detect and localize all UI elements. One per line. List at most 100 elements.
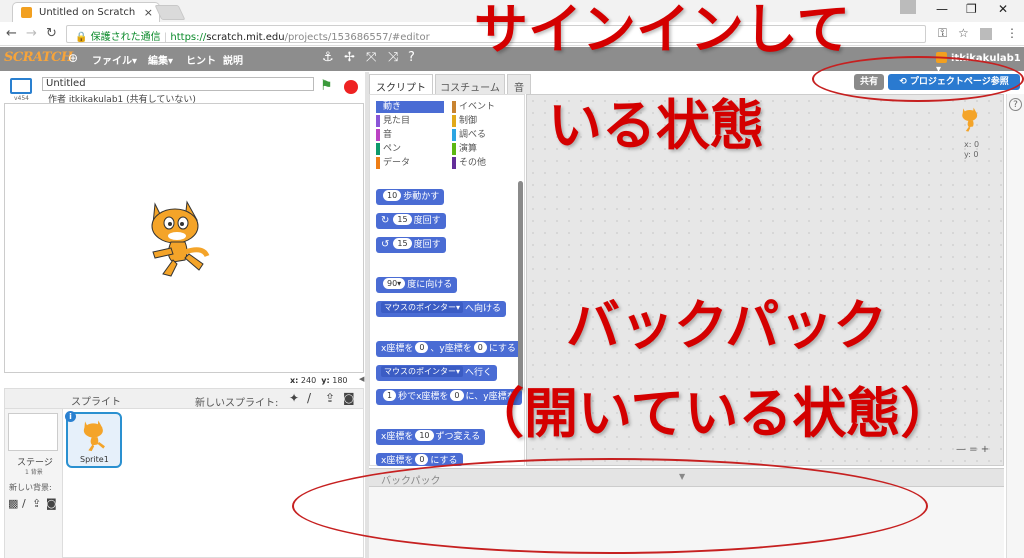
category-label: ペン xyxy=(383,144,402,154)
zoom-controls[interactable]: — = + xyxy=(956,444,989,455)
sprite1-cat-icon xyxy=(83,420,105,452)
current-sprite-position: x: 0 y: 0 xyxy=(964,140,980,159)
category-item[interactable]: イベント xyxy=(452,101,495,113)
minimize-icon[interactable]: — xyxy=(936,2,948,16)
help-tool-icon[interactable]: ? xyxy=(408,50,415,65)
camera-backdrop-icon[interactable]: ◙ xyxy=(46,497,57,510)
close-window-icon[interactable]: ✕ xyxy=(998,2,1008,16)
grow-tool-icon[interactable]: ⤧ xyxy=(366,50,376,65)
category-item[interactable]: 見た目 xyxy=(376,115,410,127)
block-point-towards[interactable]: マウスのポインター▾ へ向ける xyxy=(376,301,507,317)
stage-thumbnail[interactable] xyxy=(8,413,58,451)
upload-backdrop-icon[interactable]: ⇪ xyxy=(32,497,41,510)
category-item[interactable]: 制御 xyxy=(452,115,477,127)
menu-file[interactable]: ファイル▾ xyxy=(92,52,137,67)
lock-icon: 🔒 xyxy=(75,32,88,43)
category-item[interactable]: その他 xyxy=(452,157,486,169)
category-item[interactable]: 動き xyxy=(376,101,444,113)
annotation-backpack-line2: （開いている状態） xyxy=(470,382,955,445)
stop-sign-icon[interactable] xyxy=(344,80,358,94)
reload-icon[interactable]: ↻ xyxy=(46,26,57,41)
menu-hint[interactable]: ヒント xyxy=(186,52,216,67)
stage-backdrop-count: 1 背景 xyxy=(25,469,43,476)
globe-icon[interactable]: ⊕ xyxy=(68,51,78,65)
category-label: 見た目 xyxy=(383,116,411,126)
back-icon[interactable]: ← xyxy=(6,26,17,41)
annotation-signed-in-line1: サインインして xyxy=(474,0,851,61)
project-title-input[interactable]: Untitled xyxy=(42,77,314,91)
camera-sprite-icon[interactable]: ◙ xyxy=(343,391,355,405)
block-move[interactable]: 10 歩動かす xyxy=(376,189,445,205)
sprite1-name: Sprite1 xyxy=(80,455,109,464)
category-label: 制御 xyxy=(459,116,478,126)
upload-sprite-icon[interactable]: ⇪ xyxy=(325,391,335,405)
block-go-to[interactable]: マウスのポインター▾ へ行く xyxy=(376,365,498,381)
new-sprite-label: 新しいスプライト: xyxy=(195,398,279,409)
close-tab-icon[interactable]: × xyxy=(144,6,153,19)
block-turn-right[interactable]: ↻ 15 度回す xyxy=(376,213,446,229)
extension-icon[interactable] xyxy=(980,28,992,40)
category-item[interactable]: 音 xyxy=(376,129,392,141)
profile-icon[interactable] xyxy=(900,0,916,14)
scratch-logo[interactable]: SCRATCH xyxy=(4,50,73,65)
scratch-cat-sprite[interactable] xyxy=(145,196,213,278)
url-scheme: https:// xyxy=(170,32,207,43)
stage-column: ステージ 1 背景 新しい背景: ▩ / ⇪ ◙ xyxy=(5,409,63,558)
category-color-swatch xyxy=(376,101,380,113)
category-item[interactable]: 演算 xyxy=(452,143,477,155)
current-sprite-cat-icon xyxy=(962,107,978,132)
category-color-swatch xyxy=(452,143,456,155)
url-host: scratch.mit.edu xyxy=(206,32,285,43)
tab-costumes[interactable]: コスチューム xyxy=(435,74,505,94)
annotation-ellipse-signin xyxy=(812,56,1024,102)
choose-sprite-icon[interactable]: ✦ xyxy=(289,391,299,405)
palette-scrollbar[interactable] xyxy=(518,181,523,391)
category-item[interactable]: ペン xyxy=(376,143,401,155)
sprite-info-icon[interactable]: i xyxy=(65,411,76,422)
restore-icon[interactable]: ❐ xyxy=(966,2,977,16)
sprite-panel: スプライト 新しいスプライト: ✦ / ⇪ ◙ ステージ 1 背景 新しい背景:… xyxy=(4,388,364,558)
annotation-signed-in-line2: いる状態 xyxy=(548,94,764,157)
key-icon[interactable]: ⚿ xyxy=(938,26,947,41)
bookmark-star-icon[interactable]: ☆ xyxy=(958,26,969,40)
collapse-stage-icon[interactable]: ◀ xyxy=(359,375,364,383)
delete-tool-icon[interactable]: ✢ xyxy=(344,50,355,65)
stage[interactable] xyxy=(4,103,364,373)
block-point-direction[interactable]: 90▾ 度に向ける xyxy=(376,277,458,293)
new-backdrop-label: 新しい背景: xyxy=(9,483,52,492)
turn-left-icon: ↺ xyxy=(381,239,390,250)
block-go-to-xy[interactable]: x座標を 0 、y座標を 0 にする xyxy=(376,341,521,357)
sprite1-thumbnail[interactable]: i Sprite1 xyxy=(65,411,122,468)
category-color-swatch xyxy=(376,129,380,141)
category-item[interactable]: 調べる xyxy=(452,129,486,141)
tab-title: Untitled on Scratch xyxy=(39,7,136,18)
browser-tab[interactable]: Untitled on Scratch × xyxy=(12,2,160,22)
category-color-swatch xyxy=(376,115,380,127)
choose-backdrop-icon[interactable]: ▩ xyxy=(8,497,18,510)
sprites-title: スプライト xyxy=(71,397,121,408)
category-item[interactable]: データ xyxy=(376,157,410,169)
turn-right-icon: ↻ xyxy=(381,215,390,226)
tab-sounds[interactable]: 音 xyxy=(507,74,531,94)
help-icon[interactable]: ? xyxy=(1009,98,1022,111)
paint-backdrop-icon[interactable]: / xyxy=(22,497,26,510)
block-change-x[interactable]: x座標を 10 ずつ変える xyxy=(376,429,486,445)
category-color-swatch xyxy=(452,115,456,127)
category-label: 演算 xyxy=(459,144,478,154)
chrome-menu-icon[interactable]: ⋮ xyxy=(1006,26,1018,40)
menu-edit[interactable]: 編集▾ xyxy=(148,52,173,67)
tab-scripts[interactable]: スクリプト xyxy=(369,74,433,94)
category-color-swatch xyxy=(376,143,380,155)
url-path: /projects/153686557/#editor xyxy=(284,32,430,43)
block-turn-left[interactable]: ↺ 15 度回す xyxy=(376,237,446,253)
fullscreen-button[interactable] xyxy=(10,78,32,94)
category-label: 動き xyxy=(383,102,402,112)
forward-icon[interactable]: → xyxy=(26,26,37,41)
paint-sprite-icon[interactable]: / xyxy=(307,391,311,405)
shrink-tool-icon[interactable]: ⤨ xyxy=(388,50,398,65)
green-flag-icon[interactable]: ⚑ xyxy=(320,78,333,94)
category-label: その他 xyxy=(459,158,487,168)
menu-about[interactable]: 説明 xyxy=(223,52,243,67)
category-label: 調べる xyxy=(459,130,487,140)
duplicate-tool-icon[interactable]: ⚓ xyxy=(322,50,334,65)
